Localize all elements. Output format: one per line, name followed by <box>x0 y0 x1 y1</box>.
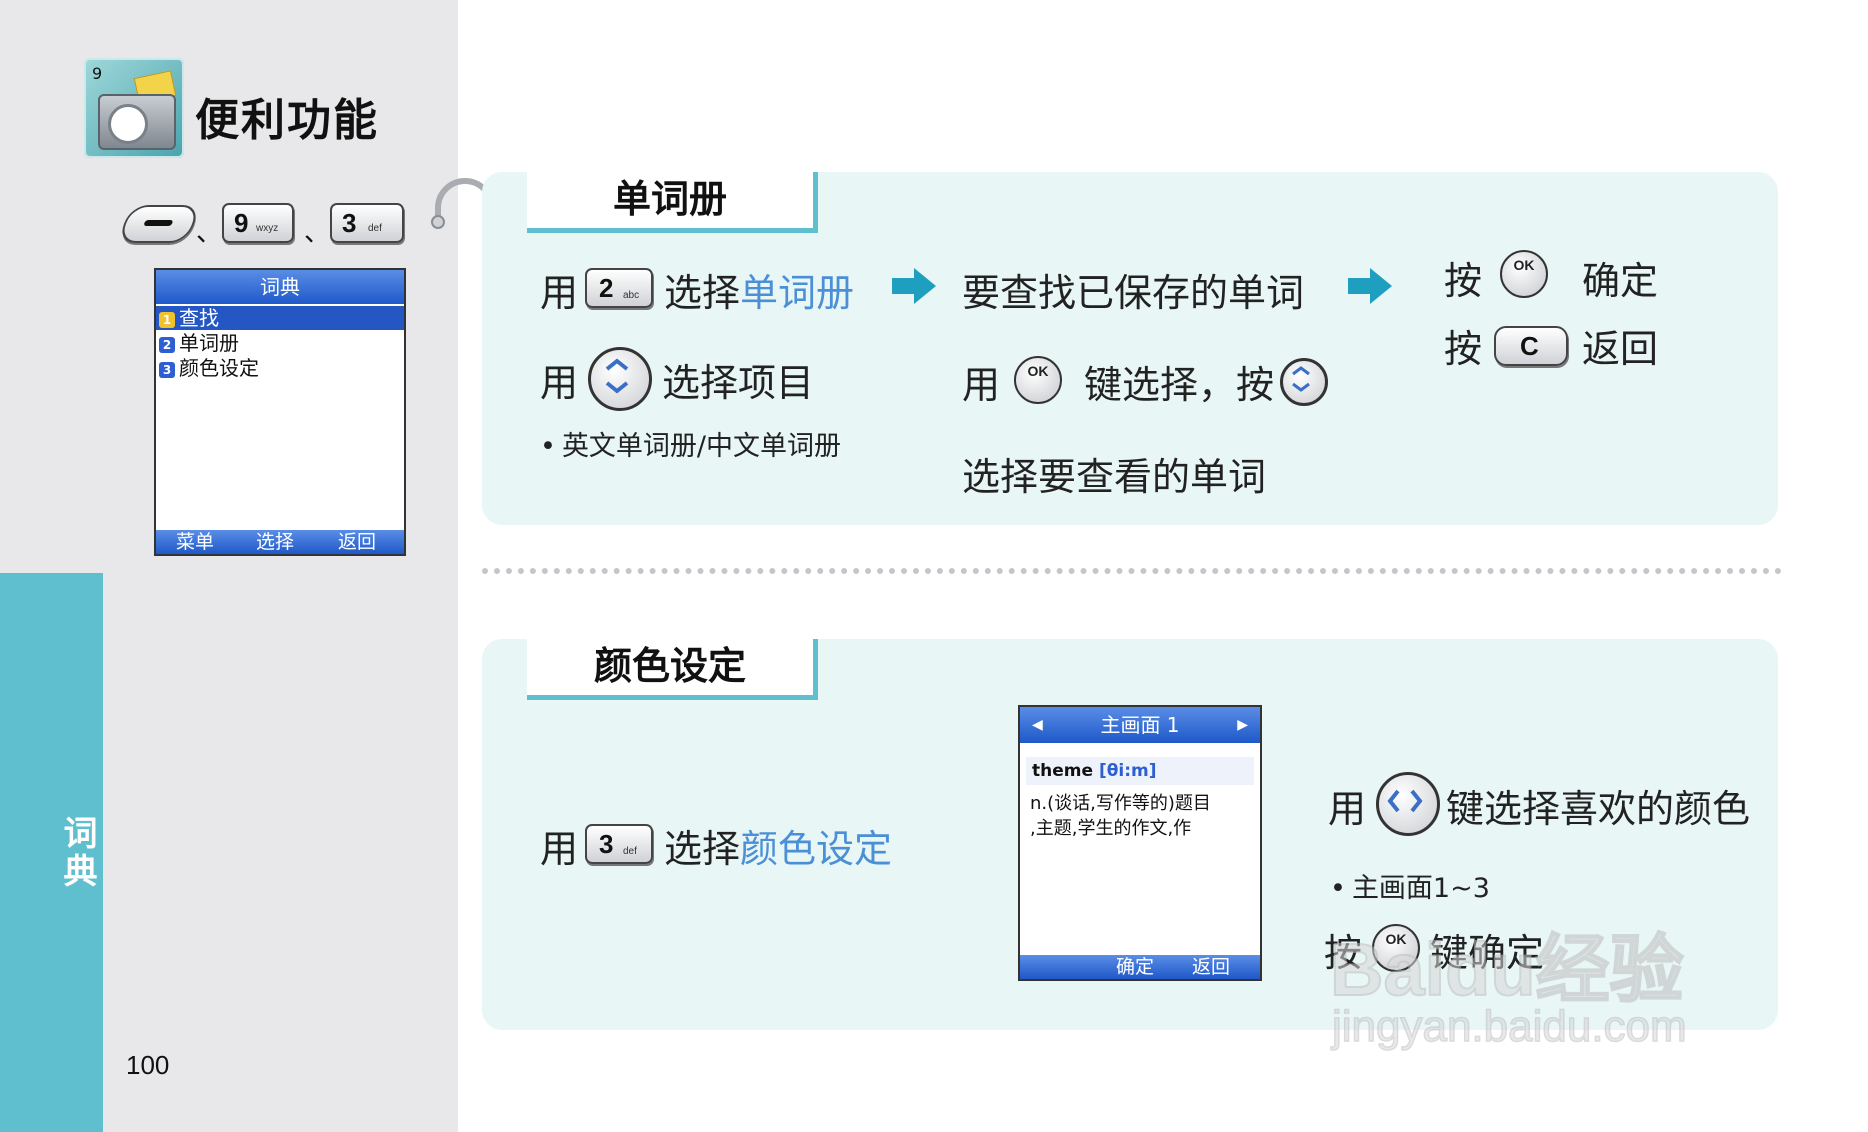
softkey-menu[interactable]: 菜单 <box>176 530 214 554</box>
phone-menu-item[interactable]: 2 单词册 <box>156 331 404 355</box>
phone-theme-screen: ◀ 主画面 1 ▶ theme [θi:m] n.(谈话,写作等的)题目 ,主题… <box>1018 705 1262 981</box>
chapter-number: 9 <box>92 64 103 83</box>
phone-theme-softkeys: 确定 返回 <box>1020 955 1260 979</box>
color-step2-text: 键选择喜欢的颜色 <box>1446 787 1751 831</box>
wordbook-step2-line1: 要查找已保存的单词 <box>962 271 1305 315</box>
key-separator: 、 <box>196 218 223 248</box>
watermark-url: jingyan.baidu.com <box>1331 1001 1687 1052</box>
baidu-watermark: Baidu经验 jingyan.baidu.com <box>1329 870 1780 1070</box>
color-step1-text: 选择颜色设定 <box>664 827 893 871</box>
wordbook-step2-line3: 选择要查看的单词 <box>962 455 1267 499</box>
softkey-back[interactable]: 返回 <box>1192 955 1230 979</box>
softkey-back[interactable]: 返回 <box>338 530 376 554</box>
ok-key-icon: OK <box>1500 250 1548 298</box>
chapter-title: 便利功能 <box>195 95 379 146</box>
phone-menu-title: 词典 <box>156 270 404 304</box>
wordbook-step1b-prefix: 用 <box>540 361 579 405</box>
wordbook-step3-back: 返回 <box>1582 327 1659 371</box>
arrow-right-icon <box>892 268 936 304</box>
key-9-sub: wxyz <box>256 223 279 234</box>
clock-icon <box>108 104 148 144</box>
dictionary-word: theme [θi:m] <box>1026 757 1254 785</box>
key-2-icon: 2 abc <box>585 268 653 308</box>
left-arrow-icon[interactable]: ◀ <box>1032 707 1043 743</box>
key-separator: 、 <box>304 218 331 248</box>
arrow-right-icon <box>1348 268 1392 304</box>
wordbook-step2-prefix: 用 <box>962 363 1001 407</box>
watermark-logo: Baidu经验 <box>1329 927 1685 1012</box>
wordbook-step3b-prefix: 按 <box>1444 327 1483 371</box>
wordbook-step1-prefix: 用 <box>540 271 579 315</box>
softkey-confirm[interactable]: 确定 <box>1116 955 1154 979</box>
key-3-icon: 3 def <box>585 824 653 864</box>
wordbook-highlight: 单词册 <box>740 271 855 315</box>
key-9-main: 9 <box>234 208 249 238</box>
c-key-icon: C <box>1494 326 1568 366</box>
color-step1-prefix: 用 <box>540 827 579 871</box>
wordbook-bullet: 英文单词册/中文单词册 <box>540 424 841 463</box>
wordbook-step1b-text: 选择项目 <box>662 361 815 405</box>
key-9-icon: 9 wxyz <box>222 203 294 243</box>
ok-key-icon: OK <box>1014 356 1062 404</box>
side-tab-label: 词典 <box>57 815 97 891</box>
wordbook-step1-text: 选择单词册 <box>664 271 855 315</box>
wordbook-step2-text: 键选择，按 <box>1084 363 1275 407</box>
wordbook-step3-prefix: 按 <box>1444 259 1483 303</box>
phone-menu-item[interactable]: 1 查找 <box>156 306 404 330</box>
key-3-icon: 3 def <box>330 203 404 243</box>
briefcase-clock-icon: 9 <box>84 58 184 158</box>
softkey-select[interactable]: 选择 <box>256 530 294 554</box>
color-step2-prefix: 用 <box>1328 787 1367 831</box>
phone-menu-item[interactable]: 3 颜色设定 <box>156 356 404 380</box>
color-highlight: 颜色设定 <box>740 827 893 871</box>
wordbook-tab-title: 单词册 <box>527 172 818 233</box>
wordbook-step3-confirm: 确定 <box>1582 259 1659 303</box>
phone-menu-softkeys: 菜单 选择 返回 <box>156 530 404 554</box>
nav-key-left-right-icon <box>1376 772 1440 836</box>
nav-key-up-down-icon <box>1280 358 1328 406</box>
key-3-sub: def <box>368 223 382 234</box>
color-setting-tab-title: 颜色设定 <box>527 639 818 700</box>
phone-theme-title: ◀ 主画面 1 ▶ <box>1020 707 1260 743</box>
right-arrow-icon[interactable]: ▶ <box>1237 707 1248 743</box>
dictionary-definition: n.(谈话,写作等的)题目 ,主题,学生的作文,作 <box>1030 793 1211 839</box>
key-3-main: 3 <box>342 208 357 238</box>
section-divider <box>482 568 1782 574</box>
phone-menu-screen: 词典 1 查找 2 单词册 3 颜色设定 菜单 选择 返回 <box>154 268 406 556</box>
nav-key-up-down-icon <box>588 347 652 411</box>
page-number: 100 <box>126 1050 170 1080</box>
